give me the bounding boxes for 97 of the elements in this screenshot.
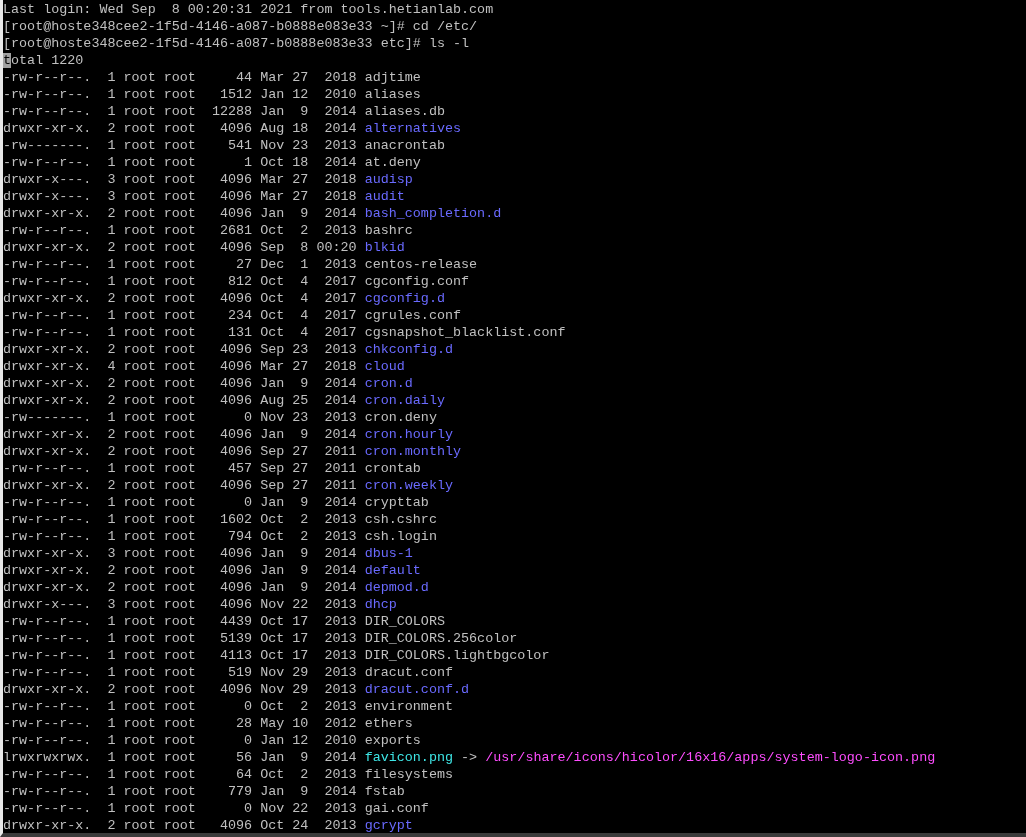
file-name: DIR_COLORS.256color: [364, 631, 518, 646]
file-name: environment: [364, 699, 454, 714]
file-info: drwxr-xr-x. 2 root root 4096 Jan 9 2014: [3, 580, 357, 595]
file-info: drwxr-xr-x. 2 root root 4096 Sep 8 00:20: [3, 240, 357, 255]
file-name: gai.conf: [364, 801, 429, 816]
file-info: -rw-r--r--. 1 root root 64 Oct 2 2013: [3, 767, 357, 782]
file-info: -rw-r--r--. 1 root root 519 Nov 29 2013: [3, 665, 357, 680]
file-info: drwxr-xr-x. 2 root root 4096 Jan 9 2014: [3, 427, 357, 442]
file-info: drwxr-xr-x. 2 root root 4096 Oct 4 2017: [3, 291, 357, 306]
file-name: bash_completion.d: [364, 206, 502, 221]
link-arrow: ->: [461, 750, 478, 765]
terminal-line: Last login: Wed Sep 8 00:20:31 2021 from tools.hetianlab.com: [3, 2, 494, 17]
file-name: fstab: [364, 784, 405, 799]
file-info: drwxr-x---. 3 root root 4096 Nov 22 2013: [3, 597, 357, 612]
file-info: -rw-r--r--. 1 root root 1602 Oct 2 2013: [3, 512, 357, 527]
file-info: lrwxrwxrwx. 1 root root 56 Jan 9 2014: [3, 750, 357, 765]
file-info: -rw-r--r--. 1 root root 457 Sep 27 2011: [3, 461, 357, 476]
file-info: drwxr-xr-x. 2 root root 4096 Jan 9 2014: [3, 376, 357, 391]
file-info: -rw-r--r--. 1 root root 28 May 10 2012: [3, 716, 357, 731]
file-name: cgconfig.conf: [364, 274, 470, 289]
file-info: drwxr-xr-x. 2 root root 4096 Sep 27 2011: [3, 444, 357, 459]
file-name: aliases.db: [364, 104, 445, 119]
file-name: bashrc: [364, 223, 413, 238]
link-target: /usr/share/icons/hicolor/16x16/apps/system-logo-icon.png: [485, 750, 936, 765]
file-name: csh.login: [364, 529, 437, 544]
file-name: dbus-1: [364, 546, 413, 561]
file-name: cron.d: [364, 376, 413, 391]
file-info: -rw-r--r--. 1 root root 779 Jan 9 2014: [3, 784, 357, 799]
file-name: blkid: [364, 240, 405, 255]
file-name: cloud: [364, 359, 405, 374]
file-info: drwxr-xr-x. 2 root root 4096 Jan 9 2014: [3, 563, 357, 578]
file-name: DIR_COLORS.lightbgcolor: [364, 648, 550, 663]
file-info: drwxr-xr-x. 2 root root 4096 Sep 27 2011: [3, 478, 357, 493]
file-info: -rw-r--r--. 1 root root 4113 Oct 17 2013: [3, 648, 357, 663]
file-info: drwxr-x---. 3 root root 4096 Mar 27 2018: [3, 172, 357, 187]
file-name: dracut.conf: [364, 665, 454, 680]
file-info: -rw-r--r--. 1 root root 12288 Jan 9 2014: [3, 104, 357, 119]
file-name: chkconfig.d: [364, 342, 454, 357]
file-name: cron.weekly: [364, 478, 454, 493]
file-info: -rw-r--r--. 1 root root 0 Jan 9 2014: [3, 495, 357, 510]
file-name: cron.hourly: [364, 427, 454, 442]
file-name: alternatives: [364, 121, 462, 136]
file-name: filesystems: [364, 767, 454, 782]
file-name: cron.deny: [364, 410, 437, 425]
text-cursor: t: [3, 53, 12, 68]
file-name: cron.monthly: [364, 444, 462, 459]
file-name: cgrules.conf: [364, 308, 462, 323]
file-name: audisp: [364, 172, 413, 187]
file-name: crypttab: [364, 495, 429, 510]
file-name: cron.daily: [364, 393, 445, 408]
file-info: -rw-r--r--. 1 root root 0 Oct 2 2013: [3, 699, 357, 714]
file-name: dracut.conf.d: [364, 682, 470, 697]
file-name: dhcp: [364, 597, 397, 612]
file-info: -rw-r--r--. 1 root root 1 Oct 18 2014: [3, 155, 357, 170]
file-info: drwxr-xr-x. 2 root root 4096 Aug 25 2014: [3, 393, 357, 408]
file-name: exports: [364, 733, 421, 748]
file-info: drwxr-x---. 3 root root 4096 Mar 27 2018: [3, 189, 357, 204]
file-name: aliases: [364, 87, 421, 102]
file-name: at.deny: [364, 155, 421, 170]
file-name: ethers: [364, 716, 413, 731]
file-info: -rw-r--r--. 1 root root 131 Oct 4 2017: [3, 325, 357, 340]
file-name: crontab: [364, 461, 421, 476]
file-name: default: [364, 563, 421, 578]
file-info: drwxr-xr-x. 2 root root 4096 Aug 18 2014: [3, 121, 357, 136]
file-info: -rw-r--r--. 1 root root 27 Dec 1 2013: [3, 257, 357, 272]
file-name: DIR_COLORS: [364, 614, 445, 629]
file-info: -rw-r--r--. 1 root root 2681 Oct 2 2013: [3, 223, 357, 238]
file-info: -rw-r--r--. 1 root root 812 Oct 4 2017: [3, 274, 357, 289]
file-name: depmod.d: [364, 580, 429, 595]
file-name: anacrontab: [364, 138, 445, 153]
file-info: -rw-r--r--. 1 root root 0 Jan 12 2010: [3, 733, 357, 748]
file-info: drwxr-xr-x. 2 root root 4096 Sep 23 2013: [3, 342, 357, 357]
file-info: -rw-r--r--. 1 root root 0 Nov 22 2013: [3, 801, 357, 816]
file-info: drwxr-xr-x. 4 root root 4096 Mar 27 2018: [3, 359, 357, 374]
file-name: cgconfig.d: [364, 291, 445, 306]
file-name: centos-release: [364, 257, 478, 272]
file-name: favicon.png: [364, 750, 454, 765]
terminal-line: otal 1220: [11, 53, 84, 68]
file-name: audit: [364, 189, 405, 204]
file-info: -rw-r--r--. 1 root root 4439 Oct 17 2013: [3, 614, 357, 629]
file-info: drwxr-xr-x. 2 root root 4096 Oct 24 2013: [3, 818, 357, 833]
terminal-line: [root@hoste348cee2-1f5d-4146-a087-b0888e083e33 ~]# cd /etc/: [3, 19, 478, 34]
file-info: -rw-------. 1 root root 0 Nov 23 2013: [3, 410, 357, 425]
file-name: csh.cshrc: [364, 512, 437, 527]
file-info: -rw-r--r--. 1 root root 44 Mar 27 2018: [3, 70, 357, 85]
file-info: drwxr-xr-x. 2 root root 4096 Nov 29 2013: [3, 682, 357, 697]
file-info: -rw-r--r--. 1 root root 794 Oct 2 2013: [3, 529, 357, 544]
file-name: cgsnapshot_blacklist.conf: [364, 325, 566, 340]
file-info: drwxr-xr-x. 2 root root 4096 Jan 9 2014: [3, 206, 357, 221]
file-info: -rw-r--r--. 1 root root 5139 Oct 17 2013: [3, 631, 357, 646]
file-name: gcrypt: [364, 818, 413, 833]
file-name: adjtime: [364, 70, 421, 85]
file-info: -rw-------. 1 root root 541 Nov 23 2013: [3, 138, 357, 153]
file-info: -rw-r--r--. 1 root root 234 Oct 4 2017: [3, 308, 357, 323]
terminal-line: [root@hoste348cee2-1f5d-4146-a087-b0888e083e33 etc]# ls -l: [3, 36, 470, 51]
file-info: drwxr-xr-x. 3 root root 4096 Jan 9 2014: [3, 546, 357, 561]
file-info: -rw-r--r--. 1 root root 1512 Jan 12 2010: [3, 87, 357, 102]
